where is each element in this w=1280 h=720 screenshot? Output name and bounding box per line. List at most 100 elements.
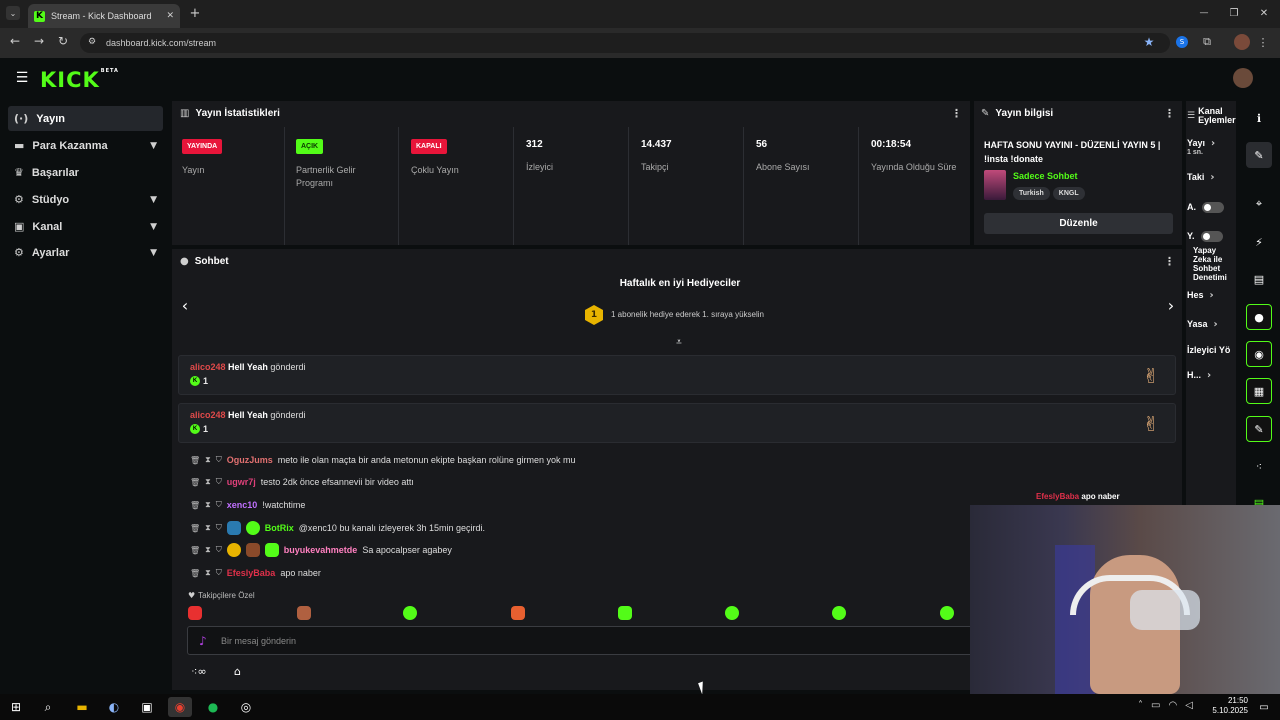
back-arrow-icon[interactable]: ← — [8, 34, 22, 48]
toggle-switch[interactable] — [1200, 230, 1223, 242]
tag[interactable]: KNGL — [1052, 187, 1085, 200]
timeout-icon[interactable]: ⧗ — [205, 568, 211, 578]
ban-icon[interactable]: ⛉ — [216, 477, 222, 487]
tab-search-icon[interactable]: ⌄ — [6, 6, 20, 20]
network-icon[interactable]: ▭ — [1151, 700, 1160, 711]
info-icon[interactable]: ℹ — [1246, 105, 1272, 131]
tab-close-icon[interactable]: ✕ — [166, 11, 174, 21]
dots-icon[interactable]: ⁖ — [1246, 453, 1272, 479]
profile-avatar[interactable] — [1234, 34, 1250, 50]
chat-username[interactable]: buyukevahmetde — [284, 545, 358, 555]
new-tab-button[interactable]: + — [188, 6, 202, 21]
layout-icon[interactable]: ▦ — [1246, 378, 1272, 404]
edit-pencil-icon[interactable]: ✎ — [1246, 142, 1272, 168]
search-icon[interactable]: ⌕ — [36, 697, 60, 717]
timeout-icon[interactable]: ⧗ — [205, 545, 211, 555]
action-h[interactable]: H... › — [1187, 366, 1247, 384]
trash-icon[interactable]: 🗑 — [190, 524, 200, 533]
action-viewer[interactable]: İzleyici Yö — [1187, 341, 1237, 359]
ban-icon[interactable]: ⛉ — [216, 568, 222, 578]
sidebar-item-basarilar[interactable]: ♛ Başarılar — [8, 160, 163, 185]
chevron-right-icon[interactable]: › — [1164, 296, 1178, 315]
obs-icon[interactable]: ◎ — [234, 697, 258, 717]
chat-username[interactable]: BotRix — [265, 523, 294, 533]
ban-icon[interactable]: ⛉ — [216, 545, 222, 555]
file-explorer-icon[interactable]: ▬ — [70, 697, 94, 717]
emote-icon[interactable] — [403, 606, 417, 620]
chat-menu-icon[interactable]: ⋮ — [1164, 255, 1175, 268]
chat-bubble-icon[interactable]: ● — [1246, 304, 1272, 330]
trash-icon[interactable]: 🗑 — [190, 546, 200, 555]
action-toggle-y[interactable]: Y. — [1187, 227, 1247, 245]
emote-icon[interactable] — [832, 606, 846, 620]
user-avatar[interactable] — [1233, 68, 1253, 88]
extensions-puzzle-icon[interactable]: ⧉ — [1200, 35, 1214, 49]
reload-icon[interactable]: ↻ — [56, 34, 70, 48]
ban-icon[interactable]: ⛉ — [216, 500, 222, 510]
store-app-icon[interactable]: ▣ — [135, 697, 159, 717]
info-menu-icon[interactable]: ⋮ — [1164, 107, 1175, 120]
chat-username[interactable]: xenc10 — [227, 500, 258, 510]
minimize-button[interactable]: — — [1196, 6, 1212, 20]
tray-chevron-icon[interactable]: ˄ — [1138, 700, 1143, 711]
url-field[interactable]: ⚙ dashboard.kick.com/stream — [80, 33, 1170, 53]
dots-infinity-icon[interactable]: ⁖∞ — [191, 665, 207, 678]
sidebar-item-ayarlar[interactable]: ⚙ Ayarlar ▼ — [8, 240, 163, 265]
emote-icon[interactable] — [511, 606, 525, 620]
bookmark-star-icon[interactable]: ★ — [1142, 35, 1156, 49]
document-icon[interactable]: ▤ — [1246, 266, 1272, 292]
windows-start-icon[interactable]: ⊞ — [4, 697, 28, 717]
gift-user[interactable]: alico248 — [190, 362, 226, 372]
steam-icon[interactable]: ◐ — [102, 697, 126, 717]
trash-icon[interactable]: 🗑 — [190, 478, 200, 487]
action-ai-moderation[interactable]: Yapay Zeka ile Sohbet Denetimi — [1193, 246, 1235, 282]
gift-user[interactable]: alico248 — [190, 410, 226, 420]
ban-icon[interactable]: ⛉ — [216, 455, 222, 465]
browser-tab[interactable]: K Stream - Kick Dashboard ✕ — [28, 4, 180, 28]
clock[interactable]: 21:50 5.10.2025 — [1200, 696, 1248, 716]
emote-icon[interactable] — [297, 606, 311, 620]
stats-menu-icon[interactable]: ⋮ — [951, 107, 962, 120]
ban-icon[interactable]: ⛉ — [216, 523, 222, 533]
lightning-icon[interactable]: ⚡ — [1246, 229, 1272, 255]
kick-logo[interactable]: KICKBETA — [40, 68, 119, 92]
timeout-icon[interactable]: ⧗ — [205, 455, 211, 465]
category-thumbnail[interactable] — [984, 170, 1006, 200]
timeout-icon[interactable]: ⧗ — [205, 523, 211, 533]
emote-icon[interactable] — [188, 606, 202, 620]
close-window-button[interactable]: ✕ — [1256, 6, 1272, 20]
trash-icon[interactable]: 🗑 — [190, 569, 200, 578]
action-followers[interactable]: Taki › — [1187, 168, 1247, 186]
chevron-left-icon[interactable]: ‹ — [178, 296, 192, 315]
site-info-icon[interactable]: ⚙ — [88, 37, 96, 47]
emote-icon[interactable] — [725, 606, 739, 620]
chat-username[interactable]: OguzJums — [227, 455, 273, 465]
trash-icon[interactable]: 🗑 — [190, 456, 200, 465]
wrench-icon[interactable]: ✎ — [1246, 416, 1272, 442]
browser-menu-icon[interactable]: ⋮ — [1258, 35, 1269, 49]
action-hes[interactable]: Hes › — [1187, 286, 1247, 304]
chat-username[interactable]: EfeslyBaba — [227, 568, 276, 578]
emote-icon[interactable] — [618, 606, 632, 620]
tag[interactable]: Turkish — [1013, 187, 1050, 200]
restore-button[interactable]: ❐ — [1226, 6, 1242, 20]
action-yasa[interactable]: Yasa › — [1187, 315, 1247, 333]
emote-icon[interactable] — [940, 606, 954, 620]
store-icon[interactable]: ⌂ — [234, 665, 241, 678]
target-icon[interactable]: ⌖ — [1246, 191, 1272, 217]
chat-username[interactable]: ugwr7j — [227, 477, 256, 487]
edit-button[interactable]: Düzenle — [984, 213, 1173, 234]
notification-icon[interactable]: ▭ — [1252, 697, 1276, 717]
volume-icon[interactable]: ◁ — [1185, 700, 1193, 711]
action-toggle-a[interactable]: A. — [1187, 198, 1247, 216]
microphone-icon[interactable]: ♪ — [199, 634, 207, 648]
hamburger-menu-icon[interactable]: ☰ — [14, 70, 30, 86]
trash-icon[interactable]: 🗑 — [190, 501, 200, 510]
system-tray[interactable]: ˄ ▭ ◠ ◁ — [1138, 700, 1193, 711]
sidebar-item-kanal[interactable]: ▣ Kanal ▼ — [8, 214, 163, 239]
spotify-icon[interactable]: ● — [201, 697, 225, 717]
forward-arrow-icon[interactable]: → — [32, 34, 46, 48]
sidebar-item-studyo[interactable]: ⚙ Stüdyo ▼ — [8, 187, 163, 212]
chrome-icon[interactable]: ◉ — [168, 697, 192, 717]
extension-icon[interactable]: S — [1176, 36, 1188, 48]
